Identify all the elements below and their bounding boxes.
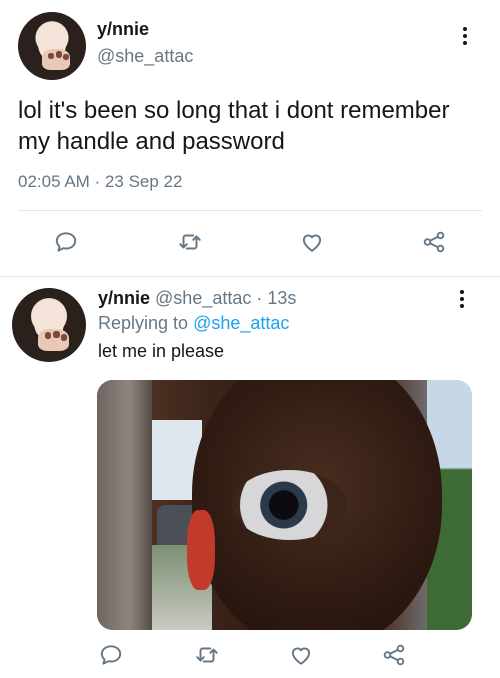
image-eye	[232, 470, 347, 540]
avatar[interactable]	[12, 288, 86, 362]
user-handle[interactable]: @she_attac	[97, 46, 193, 67]
reply-text: let me in please	[98, 341, 225, 361]
reply-button[interactable]	[97, 641, 125, 669]
display-name[interactable]: y/nnie	[97, 19, 149, 40]
avatar-nail	[56, 51, 63, 58]
like-icon	[291, 647, 311, 665]
reply-button[interactable]	[52, 228, 80, 256]
user-handle[interactable]: @she_attac	[155, 288, 251, 308]
image-red-shape	[187, 510, 215, 590]
tweet-image[interactable]	[97, 380, 472, 630]
like-icon	[302, 234, 322, 252]
share-button[interactable]	[380, 641, 408, 669]
reply-time: · 13s	[256, 288, 297, 308]
share-button[interactable]	[420, 228, 448, 256]
replying-prefix: Replying to	[98, 313, 189, 333]
avatar-nail	[53, 330, 61, 338]
image-wall	[97, 380, 152, 630]
avatar-nail	[60, 333, 68, 341]
replying-to: Replying to @she_attac	[98, 313, 289, 334]
avatar-nail	[47, 52, 55, 59]
reply-icon	[55, 232, 77, 252]
share-icon	[423, 231, 445, 253]
more-icon[interactable]	[462, 27, 468, 45]
like-button[interactable]	[287, 641, 315, 669]
tweet-timestamp[interactable]: 02:05 AM · 23 Sep 22	[18, 172, 182, 192]
retweet-button[interactable]	[176, 228, 204, 256]
display-name[interactable]: y/nnie	[98, 288, 150, 308]
divider	[0, 276, 500, 277]
replying-handle-link[interactable]: @she_attac	[193, 313, 289, 333]
like-button[interactable]	[298, 228, 326, 256]
reply-icon	[100, 645, 122, 665]
avatar-nail	[62, 54, 69, 61]
retweet-button[interactable]	[193, 641, 221, 669]
avatar[interactable]	[18, 12, 86, 80]
more-icon[interactable]	[459, 290, 465, 308]
avatar-nail	[44, 332, 52, 340]
retweet-icon	[196, 647, 218, 663]
share-icon	[383, 644, 405, 666]
reply-header: y/nnie @she_attac · 13s	[98, 288, 296, 309]
tweet-text: lol it's been so long that i dont rememb…	[18, 97, 450, 155]
retweet-icon	[179, 234, 201, 250]
divider	[18, 210, 482, 211]
